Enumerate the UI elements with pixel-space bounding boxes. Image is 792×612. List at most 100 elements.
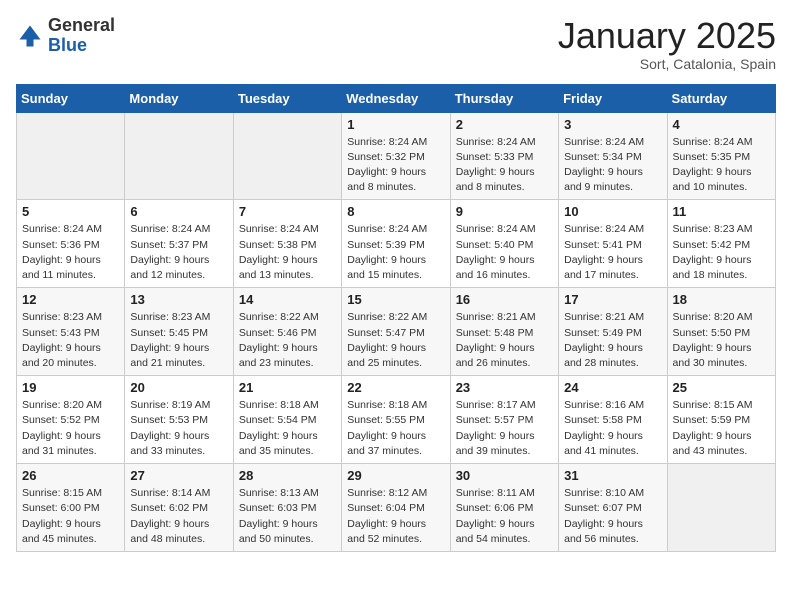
- day-detail: Sunrise: 8:21 AMSunset: 5:49 PMDaylight:…: [564, 310, 661, 371]
- calendar-cell: 5 Sunrise: 8:24 AMSunset: 5:36 PMDaylight…: [17, 200, 125, 288]
- calendar-cell: 7Sunrise: 8:24 AMSunset: 5:38 PMDaylight…: [233, 200, 341, 288]
- day-number: 19: [22, 380, 119, 395]
- day-number: 14: [239, 292, 336, 307]
- day-detail: Sunrise: 8:10 AMSunset: 6:07 PMDaylight:…: [564, 486, 661, 547]
- weekday-header-monday: Monday: [125, 84, 233, 112]
- day-detail: Sunrise: 8:24 AMSunset: 5:41 PMDaylight:…: [564, 222, 661, 283]
- day-number: 13: [130, 292, 227, 307]
- location: Sort, Catalonia, Spain: [558, 56, 776, 72]
- calendar-cell: 19 Sunrise: 8:20 AMSunset: 5:52 PMDayligh…: [17, 376, 125, 464]
- day-detail: Sunrise: 8:24 AMSunset: 5:32 PMDaylight:…: [347, 135, 444, 196]
- day-detail: Sunrise: 8:13 AMSunset: 6:03 PMDaylight:…: [239, 486, 336, 547]
- weekday-header-wednesday: Wednesday: [342, 84, 450, 112]
- month-title: January 2025: [558, 16, 776, 56]
- day-number: 3: [564, 117, 661, 132]
- calendar-cell: [125, 112, 233, 200]
- day-number: 15: [347, 292, 444, 307]
- calendar-week-row: 5 Sunrise: 8:24 AMSunset: 5:36 PMDaylight…: [17, 200, 776, 288]
- day-detail: Sunrise: 8:11 AMSunset: 6:06 PMDaylight:…: [456, 486, 553, 547]
- calendar-cell: [17, 112, 125, 200]
- day-number: 5: [22, 204, 119, 219]
- day-number: 8: [347, 204, 444, 219]
- calendar-cell: 31 Sunrise: 8:10 AMSunset: 6:07 PMDayligh…: [559, 464, 667, 552]
- logo: General Blue: [16, 16, 115, 56]
- day-detail: Sunrise: 8:19 AMSunset: 5:53 PMDaylight:…: [130, 398, 227, 459]
- day-number: 10: [564, 204, 661, 219]
- day-number: 21: [239, 380, 336, 395]
- day-number: 23: [456, 380, 553, 395]
- day-detail: Sunrise: 8:22 AMSunset: 5:47 PMDaylight:…: [347, 310, 444, 371]
- day-detail: Sunrise: 8:18 AMSunset: 5:55 PMDaylight:…: [347, 398, 444, 459]
- day-number: 16: [456, 292, 553, 307]
- day-number: 20: [130, 380, 227, 395]
- calendar-cell: 16 Sunrise: 8:21 AMSunset: 5:48 PMDayligh…: [450, 288, 558, 376]
- day-number: 26: [22, 468, 119, 483]
- calendar-cell: 28 Sunrise: 8:13 AMSunset: 6:03 PMDayligh…: [233, 464, 341, 552]
- calendar-week-row: 1 Sunrise: 8:24 AMSunset: 5:32 PMDaylight…: [17, 112, 776, 200]
- day-detail: Sunrise: 8:24 AMSunset: 5:33 PMDaylight:…: [456, 135, 553, 196]
- calendar-cell: 8 Sunrise: 8:24 AMSunset: 5:39 PMDaylight…: [342, 200, 450, 288]
- day-detail: Sunrise: 8:12 AMSunset: 6:04 PMDaylight:…: [347, 486, 444, 547]
- calendar-cell: 6 Sunrise: 8:24 AMSunset: 5:37 PMDaylight…: [125, 200, 233, 288]
- day-detail: Sunrise: 8:18 AMSunset: 5:54 PMDaylight:…: [239, 398, 336, 459]
- day-detail: Sunrise: 8:24 AMSunset: 5:38 PMDaylight:…: [239, 222, 336, 283]
- calendar-cell: 2 Sunrise: 8:24 AMSunset: 5:33 PMDaylight…: [450, 112, 558, 200]
- calendar-cell: 27 Sunrise: 8:14 AMSunset: 6:02 PMDayligh…: [125, 464, 233, 552]
- day-detail: Sunrise: 8:24 AMSunset: 5:35 PMDaylight:…: [673, 135, 770, 196]
- day-detail: Sunrise: 8:24 AMSunset: 5:36 PMDaylight:…: [22, 222, 119, 283]
- calendar-cell: [233, 112, 341, 200]
- day-number: 4: [673, 117, 770, 132]
- day-number: 12: [22, 292, 119, 307]
- day-detail: Sunrise: 8:24 AMSunset: 5:34 PMDaylight:…: [564, 135, 661, 196]
- logo-icon: [16, 22, 44, 50]
- weekday-header-row: SundayMondayTuesdayWednesdayThursdayFrid…: [17, 84, 776, 112]
- calendar-cell: 22 Sunrise: 8:18 AMSunset: 5:55 PMDayligh…: [342, 376, 450, 464]
- day-detail: Sunrise: 8:23 AMSunset: 5:45 PMDaylight:…: [130, 310, 227, 371]
- calendar-cell: 30Sunrise: 8:11 AMSunset: 6:06 PMDayligh…: [450, 464, 558, 552]
- weekday-header-tuesday: Tuesday: [233, 84, 341, 112]
- day-number: 17: [564, 292, 661, 307]
- calendar-cell: 18Sunrise: 8:20 AMSunset: 5:50 PMDayligh…: [667, 288, 775, 376]
- calendar-cell: 10 Sunrise: 8:24 AMSunset: 5:41 PMDayligh…: [559, 200, 667, 288]
- calendar-cell: 24 Sunrise: 8:16 AMSunset: 5:58 PMDayligh…: [559, 376, 667, 464]
- calendar-week-row: 12 Sunrise: 8:23 AMSunset: 5:43 PMDayligh…: [17, 288, 776, 376]
- calendar-cell: 29 Sunrise: 8:12 AMSunset: 6:04 PMDayligh…: [342, 464, 450, 552]
- calendar-cell: 11Sunrise: 8:23 AMSunset: 5:42 PMDayligh…: [667, 200, 775, 288]
- day-number: 24: [564, 380, 661, 395]
- calendar-cell: 9Sunrise: 8:24 AMSunset: 5:40 PMDaylight…: [450, 200, 558, 288]
- logo-blue: Blue: [48, 36, 115, 56]
- day-number: 31: [564, 468, 661, 483]
- day-number: 22: [347, 380, 444, 395]
- calendar-cell: 17 Sunrise: 8:21 AMSunset: 5:49 PMDayligh…: [559, 288, 667, 376]
- day-number: 9: [456, 204, 553, 219]
- day-detail: Sunrise: 8:21 AMSunset: 5:48 PMDaylight:…: [456, 310, 553, 371]
- calendar-cell: 25Sunrise: 8:15 AMSunset: 5:59 PMDayligh…: [667, 376, 775, 464]
- calendar-cell: 12 Sunrise: 8:23 AMSunset: 5:43 PMDayligh…: [17, 288, 125, 376]
- day-detail: Sunrise: 8:23 AMSunset: 5:42 PMDaylight:…: [673, 222, 770, 283]
- day-detail: Sunrise: 8:17 AMSunset: 5:57 PMDaylight:…: [456, 398, 553, 459]
- day-detail: Sunrise: 8:23 AMSunset: 5:43 PMDaylight:…: [22, 310, 119, 371]
- day-detail: Sunrise: 8:14 AMSunset: 6:02 PMDaylight:…: [130, 486, 227, 547]
- day-detail: Sunrise: 8:16 AMSunset: 5:58 PMDaylight:…: [564, 398, 661, 459]
- weekday-header-thursday: Thursday: [450, 84, 558, 112]
- day-number: 6: [130, 204, 227, 219]
- day-detail: Sunrise: 8:20 AMSunset: 5:50 PMDaylight:…: [673, 310, 770, 371]
- calendar-cell: 23 Sunrise: 8:17 AMSunset: 5:57 PMDayligh…: [450, 376, 558, 464]
- page-header: General Blue January 2025 Sort, Cataloni…: [16, 16, 776, 72]
- day-detail: Sunrise: 8:20 AMSunset: 5:52 PMDaylight:…: [22, 398, 119, 459]
- calendar-week-row: 26 Sunrise: 8:15 AMSunset: 6:00 PMDayligh…: [17, 464, 776, 552]
- day-detail: Sunrise: 8:15 AMSunset: 6:00 PMDaylight:…: [22, 486, 119, 547]
- day-number: 1: [347, 117, 444, 132]
- weekday-header-sunday: Sunday: [17, 84, 125, 112]
- day-detail: Sunrise: 8:24 AMSunset: 5:37 PMDaylight:…: [130, 222, 227, 283]
- calendar-cell: 15 Sunrise: 8:22 AMSunset: 5:47 PMDayligh…: [342, 288, 450, 376]
- day-number: 27: [130, 468, 227, 483]
- calendar-table: SundayMondayTuesdayWednesdayThursdayFrid…: [16, 84, 776, 552]
- day-detail: Sunrise: 8:24 AMSunset: 5:39 PMDaylight:…: [347, 222, 444, 283]
- calendar-cell: 13 Sunrise: 8:23 AMSunset: 5:45 PMDayligh…: [125, 288, 233, 376]
- day-number: 29: [347, 468, 444, 483]
- day-number: 2: [456, 117, 553, 132]
- calendar-cell: 3 Sunrise: 8:24 AMSunset: 5:34 PMDaylight…: [559, 112, 667, 200]
- day-number: 28: [239, 468, 336, 483]
- weekday-header-friday: Friday: [559, 84, 667, 112]
